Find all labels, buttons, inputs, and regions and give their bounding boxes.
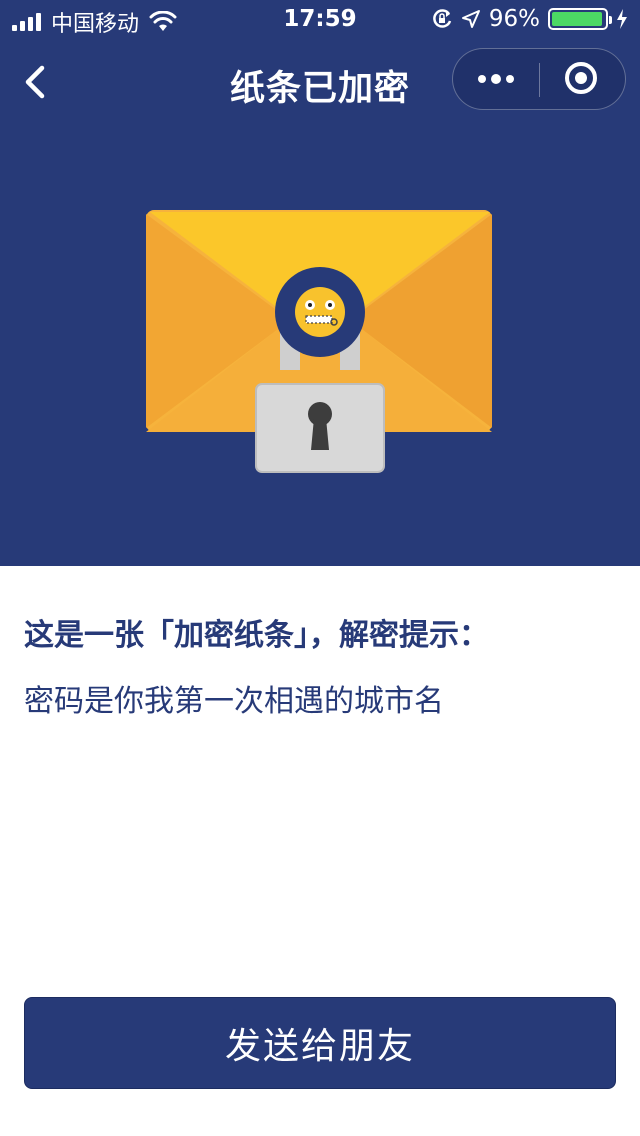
hint-heading: 这是一张「加密纸条」，解密提示： xyxy=(24,618,489,653)
send-to-friend-button[interactable]: 发送给朋友 xyxy=(24,997,616,1089)
status-left: 中国移动 xyxy=(12,6,177,38)
wifi-icon xyxy=(149,11,177,31)
more-dots-icon[interactable] xyxy=(453,49,539,109)
zipper-mouth-emoji-icon xyxy=(275,267,365,357)
target-close-icon[interactable] xyxy=(565,62,597,94)
status-right: 96% xyxy=(431,6,628,32)
battery-percent: 96% xyxy=(488,6,540,32)
capsule-divider xyxy=(539,63,540,97)
signal-icon xyxy=(12,13,41,31)
status-bar: 中国移动 17:59 96% xyxy=(0,0,640,40)
locked-envelope-illustration xyxy=(146,210,492,473)
carrier-label: 中国移动 xyxy=(51,12,140,37)
location-icon xyxy=(461,10,480,28)
charging-icon xyxy=(617,9,627,29)
header-background: 中国移动 17:59 96% 纸条已加密 xyxy=(0,0,640,566)
nav-bar: 纸条已加密 xyxy=(0,40,640,128)
battery-icon xyxy=(548,8,612,30)
rotation-lock-icon xyxy=(433,9,452,28)
hint-text: 密码是你我第一次相遇的城市名 xyxy=(24,684,444,719)
mini-program-capsule xyxy=(452,48,626,110)
